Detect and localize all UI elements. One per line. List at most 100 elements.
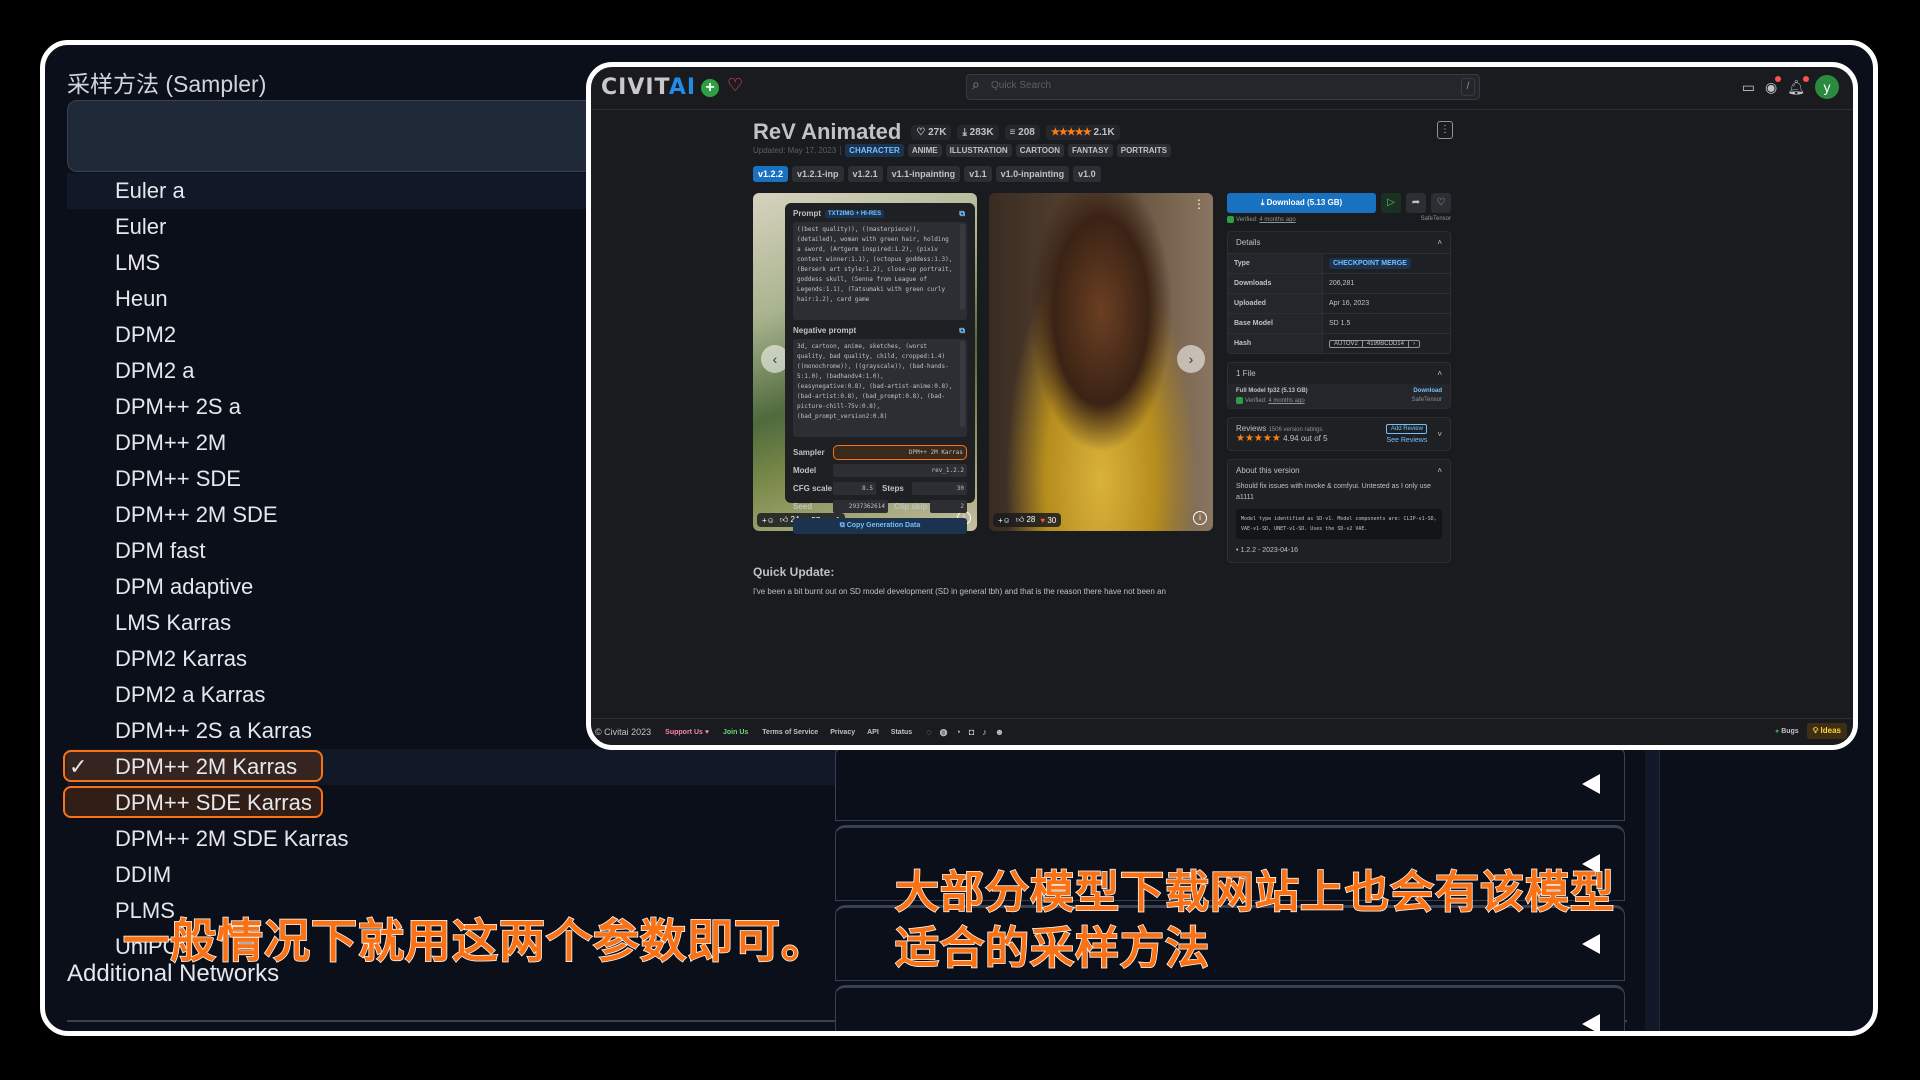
version-tab[interactable]: v1.0	[1073, 166, 1101, 182]
add-review-button[interactable]: Add Review	[1386, 424, 1428, 435]
download-button[interactable]: ⤓ Download (5.13 GB)	[1227, 193, 1376, 213]
instagram-icon[interactable]: ◘	[969, 727, 974, 738]
files-card: 1 File ˄ Full Model fp32 (5.13 GB) Downloa…	[1227, 362, 1451, 410]
twitter-icon[interactable]: ◔	[955, 727, 960, 738]
bell-icon[interactable]: 🔔︎	[1787, 75, 1809, 96]
verified-date-link[interactable]: 4 months ago	[1259, 217, 1295, 223]
footer-link[interactable]: Terms of Service	[762, 729, 818, 736]
triangle-left-icon	[1582, 774, 1600, 794]
version-tab[interactable]: v1.1	[964, 166, 992, 182]
tiktok-icon[interactable]: ♪	[982, 727, 987, 738]
file-download-link[interactable]: Download	[1413, 388, 1442, 394]
footer-link[interactable]: Privacy	[830, 729, 855, 736]
heart-icon[interactable]: ♡	[1431, 193, 1451, 213]
steps-key: Steps	[882, 483, 904, 493]
support-us-link[interactable]: Support Us ♥	[665, 729, 709, 736]
monitor-icon[interactable]: ▭	[1742, 79, 1755, 96]
prompt-text[interactable]: ((best quality)), ((masterpiece)), (deta…	[793, 222, 967, 320]
quick-update-text: I've been a bit burnt out on SD model de…	[753, 587, 1166, 596]
plus-icon[interactable]: +	[701, 79, 719, 97]
see-reviews-link[interactable]: See Reviews	[1386, 437, 1427, 444]
reactions-bar[interactable]: +☺ 👍︎ 28 ♥ 30	[993, 513, 1062, 527]
tag-chip[interactable]: ILLUSTRATION	[945, 144, 1012, 157]
scrollbar[interactable]	[960, 341, 965, 427]
sampler-option-label: Heun	[115, 286, 168, 311]
accordion-panel[interactable]	[835, 985, 1625, 1031]
file-name: Full Model fp32 (5.13 GB)	[1236, 388, 1308, 395]
civitai-header: CIVITAI + ♡ ⌕ Quick Search / ▭ ◉ 🔔︎ y	[591, 67, 1853, 110]
version-tab[interactable]: v1.1-inpainting	[886, 166, 961, 182]
version-tab[interactable]: v1.2.1-inp	[792, 166, 844, 182]
copy-icon[interactable]: ⧉	[959, 326, 965, 336]
model-title: ReV Animated	[753, 119, 902, 144]
version-tab[interactable]: v1.2.2	[753, 166, 789, 182]
search-shortcut-key: /	[1461, 78, 1475, 96]
sampler-option-label: LMS	[115, 250, 161, 275]
sampler-option-label: DPM++ 2M Karras	[115, 754, 298, 779]
scrollbar[interactable]	[960, 224, 965, 310]
copy-icon[interactable]: ⧉	[959, 209, 965, 219]
accordion-panel[interactable]	[835, 745, 1625, 821]
heart-reaction-icon: ♥ 30	[1040, 515, 1057, 525]
tag-chip[interactable]: PORTRAITS	[1116, 144, 1171, 157]
triangle-left-icon	[1582, 1014, 1600, 1031]
eye-off-icon[interactable]: ◉	[1765, 75, 1782, 96]
tag-chip[interactable]: CARTOON	[1015, 144, 1064, 157]
checkmark-icon: ✓	[69, 754, 88, 779]
files-title: 1 File	[1236, 369, 1256, 379]
tag-chip[interactable]: CHARACTER	[845, 144, 904, 157]
details-row: Type CHECKPOINT MERGE	[1228, 253, 1450, 274]
info-icon[interactable]: i	[1193, 511, 1207, 525]
caption-right: 大部分模型下载网站上也会有该模型适合的采样方法	[894, 866, 1615, 975]
heart-icon[interactable]: ♡	[727, 75, 743, 96]
copy-generation-data-button[interactable]: ⧉ Copy Generation Data	[793, 518, 967, 534]
avatar[interactable]: y	[1815, 75, 1839, 99]
chevron-down-icon[interactable]: ˅	[1437, 430, 1442, 439]
search-input[interactable]: ⌕ Quick Search /	[966, 74, 1480, 100]
civitai-logo[interactable]: CIVITAI	[601, 75, 696, 100]
negative-prompt-text[interactable]: 3d, cartoon, anime, sketches, (worst qua…	[793, 339, 967, 437]
version-tab[interactable]: v1.2.1	[847, 166, 883, 182]
tag-chip[interactable]: ANIME	[907, 144, 942, 157]
sampler-option-label: DPM++ SDE	[115, 466, 241, 491]
more-options-button[interactable]: ⋮	[1437, 121, 1453, 139]
tag-chip[interactable]: FANTASY	[1068, 144, 1113, 157]
add-reaction-icon: +☺	[762, 515, 775, 525]
updated-date: Updated: May 17, 2023	[753, 146, 842, 155]
github-icon[interactable]: ◌	[926, 727, 931, 738]
rating-stat[interactable]: ★★★★★ 2.1K	[1045, 124, 1120, 140]
clip-skip-value: 2	[930, 499, 967, 513]
sampler-option-label: DDIM	[115, 862, 172, 887]
sampler-option-label: DPM++ 2M	[115, 430, 227, 455]
play-icon[interactable]: ▷	[1381, 193, 1401, 213]
steps-value: 30	[912, 481, 967, 495]
chevron-up-icon[interactable]: ˄	[1437, 369, 1442, 378]
footer-link[interactable]: API	[867, 729, 879, 736]
version-tab[interactable]: v1.0-inpainting	[995, 166, 1070, 182]
reddit-icon[interactable]: ☻	[995, 727, 1004, 738]
next-image-button[interactable]: ›	[1177, 345, 1205, 373]
share-icon[interactable]: ➦	[1406, 193, 1426, 213]
sampler-option-label: DPM++ 2M SDE Karras	[115, 826, 349, 851]
search-icon: ⌕	[972, 76, 980, 92]
bugs-button[interactable]: ● Bugs	[1775, 728, 1799, 735]
hash-value[interactable]: AUTOV2 4199BCDD14 ›	[1329, 339, 1420, 348]
sampler-option-label: DPM++ 2M SDE	[115, 502, 278, 527]
sampler-value: DPM++ 2M Karras	[833, 444, 967, 460]
join-us-link[interactable]: Join Us	[723, 729, 748, 736]
seed-key: Seed	[793, 501, 813, 511]
discord-icon[interactable]: ◍	[940, 727, 948, 738]
add-reaction-icon: +☺	[998, 515, 1011, 525]
details-key: Type	[1228, 254, 1323, 274]
preview-image-2[interactable]: ⋮ › +☺ 👍︎ 28 ♥ 30 i	[989, 193, 1213, 531]
sampler-option-label: DPM2	[115, 322, 177, 347]
kebab-menu-icon[interactable]: ⋮	[1193, 197, 1205, 211]
details-value: Apr 16, 2023	[1329, 300, 1370, 308]
seed-value: 2937362614	[833, 499, 888, 513]
chevron-up-icon[interactable]: ˄	[1437, 466, 1442, 475]
chevron-up-icon[interactable]: ˄	[1437, 238, 1442, 247]
footer-link[interactable]: Status	[891, 729, 912, 736]
collections-stat: ≡ 208	[1004, 124, 1040, 140]
sampler-option-label: Euler	[115, 214, 167, 239]
ideas-button[interactable]: 💡︎ Ideas	[1806, 723, 1847, 739]
